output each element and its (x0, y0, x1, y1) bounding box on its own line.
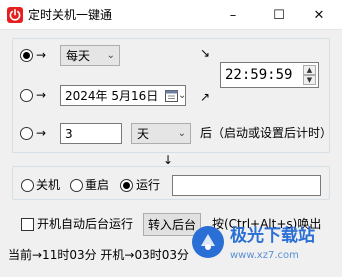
restart-label: 重启 (85, 178, 110, 192)
minimize-button[interactable]: – (210, 0, 256, 30)
close-button[interactable]: ✕ (296, 0, 342, 30)
calendar-icon[interactable] (165, 89, 178, 102)
watermark-logo-icon (192, 226, 224, 258)
chevron-down-icon: ⌄ (177, 128, 186, 139)
radio-countdown[interactable] (20, 127, 33, 140)
radio-date[interactable] (20, 89, 33, 102)
watermark-brand: 极光下载站 (230, 226, 315, 246)
spin-up-icon[interactable]: ▲ (303, 65, 316, 75)
autostart-label: 开机自动后台运行 (37, 217, 134, 231)
spin-down-icon[interactable]: ▼ (303, 75, 316, 85)
arrow-date: → (36, 88, 47, 102)
arrow-countdown: → (36, 126, 47, 140)
countdown-suffix: 后（启动或设置后计时） (200, 126, 333, 140)
arrow-diagonal-up: ↗ (200, 90, 211, 104)
shutdown-label: 关机 (36, 178, 61, 192)
arrow-diagonal-down: ↘ (200, 46, 211, 60)
autostart-checkbox[interactable] (21, 218, 34, 231)
date-value: 2024年 5月16日 (65, 89, 159, 103)
to-background-label: 转入后台 (147, 218, 196, 232)
radio-run[interactable] (120, 179, 133, 192)
countdown-amount-input[interactable]: 3 (60, 123, 122, 144)
radio-restart[interactable] (70, 179, 83, 192)
radio-daily[interactable] (20, 49, 33, 62)
countdown-amount: 3 (65, 127, 73, 141)
time-value: 22:59:59 (225, 67, 293, 83)
radio-shutdown[interactable] (21, 179, 34, 192)
window-title: 定时关机一键通 (28, 8, 113, 22)
countdown-unit-select[interactable]: 天 ⌄ (131, 123, 191, 144)
arrow-daily: → (36, 48, 47, 62)
watermark-url: www.xz7.com (230, 250, 299, 261)
run-command-input[interactable] (172, 175, 321, 196)
status-text: 当前→11时03分 开机→03时03分 (8, 248, 190, 262)
frequency-select[interactable]: 每天 ⌄ (60, 45, 120, 66)
chevron-down-icon[interactable]: ⌄ (178, 89, 186, 103)
time-input[interactable]: 22:59:59 ▲ ▼ (220, 62, 319, 88)
date-picker[interactable]: 2024年 5月16日 ⌄ (60, 85, 186, 106)
countdown-unit: 天 (137, 127, 150, 141)
down-arrow: ↓ (163, 153, 174, 167)
run-label: 运行 (136, 178, 161, 192)
watermark: 极光下载站 www.xz7.com (192, 222, 340, 274)
chevron-down-icon: ⌄ (106, 50, 115, 61)
frequency-value: 每天 (66, 49, 91, 63)
power-icon (7, 7, 23, 23)
